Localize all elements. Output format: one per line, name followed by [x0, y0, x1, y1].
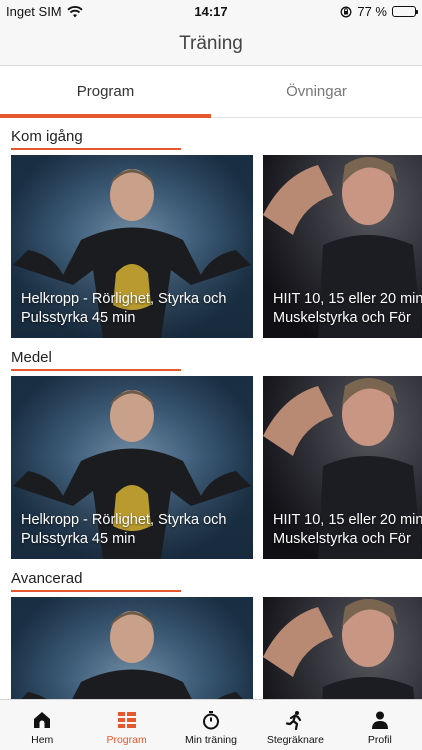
- bottom-tab-label: Min träning: [185, 734, 237, 746]
- athlete-image: [263, 599, 415, 699]
- battery-icon: [392, 6, 418, 17]
- bottom-tab-label: Profil: [367, 734, 392, 746]
- bottom-tab-bar: Hem Program Min träning Stegräknare Prof…: [0, 699, 422, 750]
- program-card[interactable]: [263, 597, 422, 699]
- status-bar: Inget SIM 14:17 77 %: [0, 0, 422, 22]
- bottom-tab-stegraknare[interactable]: Stegräknare: [253, 700, 337, 750]
- card-title: Helkropp - Rörlighet, Styrka och Pulssty…: [21, 291, 227, 326]
- stopwatch-icon: [203, 711, 220, 730]
- bottom-tab-hem[interactable]: Hem: [0, 700, 84, 750]
- section-underline: [11, 148, 181, 150]
- card-title: HIIT 10, 15 eller 20 min Muskelstyrka oc…: [273, 512, 422, 547]
- athlete-image: [21, 611, 243, 699]
- program-card[interactable]: HIIT 10, 15 eller 20 min Muskelstyrka oc…: [263, 376, 422, 559]
- bottom-tab-profil[interactable]: Profil: [338, 700, 422, 750]
- program-card[interactable]: Helkropp - Rörlighet, Styrka och Pulssty…: [11, 376, 253, 559]
- grid-icon: [117, 712, 136, 728]
- section-underline: [11, 590, 181, 592]
- battery-percent: 77 %: [357, 4, 387, 19]
- section-title: Avancerad: [11, 570, 83, 587]
- section-title: Kom igång: [11, 128, 83, 145]
- program-card[interactable]: Helkropp - Rörlighet, Styrka och Pulssty…: [11, 155, 253, 338]
- navigation-bar: Träning: [0, 22, 422, 66]
- tab-ovningar[interactable]: Övningar: [211, 67, 422, 117]
- bottom-tab-min-traning[interactable]: Min träning: [169, 700, 253, 750]
- bottom-tab-program[interactable]: Program: [84, 700, 168, 750]
- bottom-tab-label: Stegräknare: [266, 734, 325, 746]
- page-title: Träning: [179, 33, 243, 54]
- card-title: HIIT 10, 15 eller 20 min Muskelstyrka oc…: [273, 291, 422, 326]
- orientation-lock-icon: [340, 6, 352, 17]
- tab-program[interactable]: Program: [0, 67, 211, 118]
- section-title: Medel: [11, 349, 52, 366]
- person-icon: [371, 711, 388, 729]
- program-card[interactable]: HIIT 10, 15 eller 20 min Muskelstyrka oc…: [263, 155, 422, 338]
- segment-tabs: Program Övningar: [0, 67, 422, 118]
- runner-icon: [286, 711, 302, 730]
- status-right: 77 %: [340, 4, 418, 19]
- program-card[interactable]: [11, 597, 253, 699]
- bottom-tab-label: Hem: [31, 734, 54, 746]
- bottom-tab-label: Program: [106, 734, 147, 746]
- home-icon: [34, 712, 51, 728]
- program-list[interactable]: Kom igång Helkropp - Rörlighet, Styrka o…: [0, 119, 422, 699]
- section-underline: [11, 369, 181, 371]
- card-title: Helkropp - Rörlighet, Styrka och Pulssty…: [21, 512, 227, 547]
